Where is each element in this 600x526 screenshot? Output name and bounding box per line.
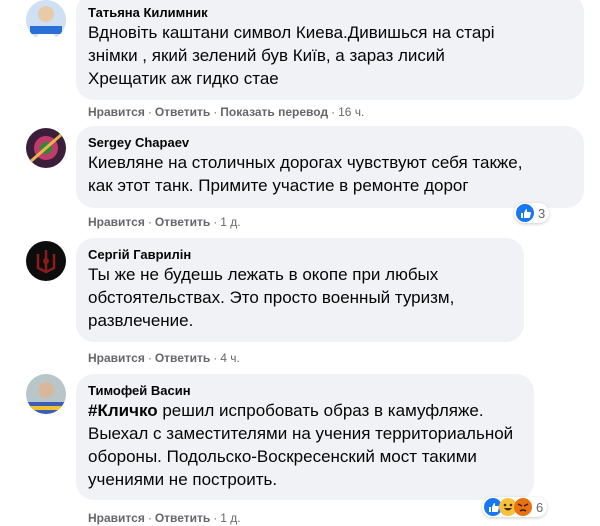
comment-bubble: Тимофей Васин #Кличко решил испробовать …: [76, 374, 534, 500]
comment-actions: Нравится · Ответить · 4 ч.: [88, 350, 240, 366]
separator: ·: [213, 215, 218, 229]
separator: ·: [213, 511, 218, 525]
author-name[interactable]: Сергій Гаврилін: [88, 246, 512, 263]
comment-text-fragment: решил испробовать образ в камуфляже.: [157, 401, 484, 420]
comment-actions: Нравится · Ответить · Показать перевод · 16 ч.: [88, 104, 364, 120]
avatar[interactable]: [26, 0, 66, 40]
comment-text-line: учениями не построить.: [88, 470, 278, 489]
comment-text-line: обороны. Подольско-Воскресенский мост та…: [88, 447, 477, 466]
author-name[interactable]: Sergey Chapaev: [88, 134, 572, 151]
author-name[interactable]: Тимофей Васин: [88, 382, 522, 399]
separator: ·: [213, 105, 218, 119]
comment-bubble: Татьяна Килимник Вдновіть каштани символ…: [76, 0, 584, 100]
reaction-summary[interactable]: 3: [514, 203, 550, 223]
hashtag-link[interactable]: #Кличко: [88, 401, 158, 420]
timestamp[interactable]: 4 ч.: [220, 351, 240, 365]
like-button[interactable]: Нравится: [88, 511, 145, 525]
avatar-image: [26, 128, 66, 168]
reply-button[interactable]: Ответить: [155, 215, 210, 229]
comment-text-line: Хрещатик аж гидко стае: [88, 69, 279, 88]
comment-text-line: #Кличко решил испробовать образ в камуфл…: [88, 400, 522, 422]
author-name[interactable]: Татьяна Килимник: [88, 4, 572, 21]
comment-text-line: развлечение.: [88, 311, 194, 330]
separator: ·: [213, 351, 218, 365]
separator: ·: [147, 511, 152, 525]
separator: ·: [147, 215, 152, 229]
comment-text-line: обстоятельствах. Это просто военный тури…: [88, 288, 455, 307]
avatar[interactable]: [26, 241, 66, 281]
comment-actions: Нравится · Ответить · 1 д.: [88, 214, 241, 230]
comment-bubble: Сергій Гаврилін Ты же не будешь лежать в…: [76, 238, 524, 342]
like-button[interactable]: Нравится: [88, 105, 145, 119]
avatar-image: [26, 374, 66, 414]
like-reaction-icon: [516, 204, 534, 222]
reaction-summary[interactable]: 6: [482, 497, 548, 517]
timestamp[interactable]: 1 д.: [220, 215, 240, 229]
like-button[interactable]: Нравится: [88, 351, 145, 365]
comment-text-line: как этот танк. Примите участие в ремонте…: [88, 176, 469, 195]
reply-button[interactable]: Ответить: [155, 105, 210, 119]
angry-reaction-icon: [514, 498, 532, 516]
comment-text-line: Выехал с заместителями на учения террито…: [88, 424, 514, 443]
separator: ·: [147, 105, 152, 119]
avatar[interactable]: [26, 374, 66, 414]
comment-text-line: Вдновіть каштани символ Киева.Дивишься н…: [88, 23, 495, 42]
comment-text-line: знімки , який зелений був Київ, а зараз …: [88, 46, 445, 65]
comment-text-line: Ты же не будешь лежать в окопе при любых: [88, 265, 439, 284]
timestamp[interactable]: 16 ч.: [338, 105, 364, 119]
comment-text-line: Киевляне на столичных дорогах чувствуют …: [88, 153, 523, 172]
avatar-image: [26, 241, 66, 281]
like-button[interactable]: Нравится: [88, 215, 145, 229]
comment-actions: Нравится · Ответить · 1 д.: [88, 510, 241, 526]
separator: ·: [331, 105, 336, 119]
reply-button[interactable]: Ответить: [155, 351, 210, 365]
reaction-count: 6: [536, 499, 544, 515]
reply-button[interactable]: Ответить: [155, 511, 210, 525]
timestamp[interactable]: 1 д.: [220, 511, 240, 525]
separator: ·: [147, 351, 152, 365]
show-translation-button[interactable]: Показать перевод: [220, 105, 328, 119]
avatar-image: [26, 0, 66, 40]
comment-bubble: Sergey Chapaev Киевляне на столичных дор…: [76, 126, 584, 208]
avatar[interactable]: [26, 128, 66, 168]
reaction-count: 3: [538, 205, 546, 221]
